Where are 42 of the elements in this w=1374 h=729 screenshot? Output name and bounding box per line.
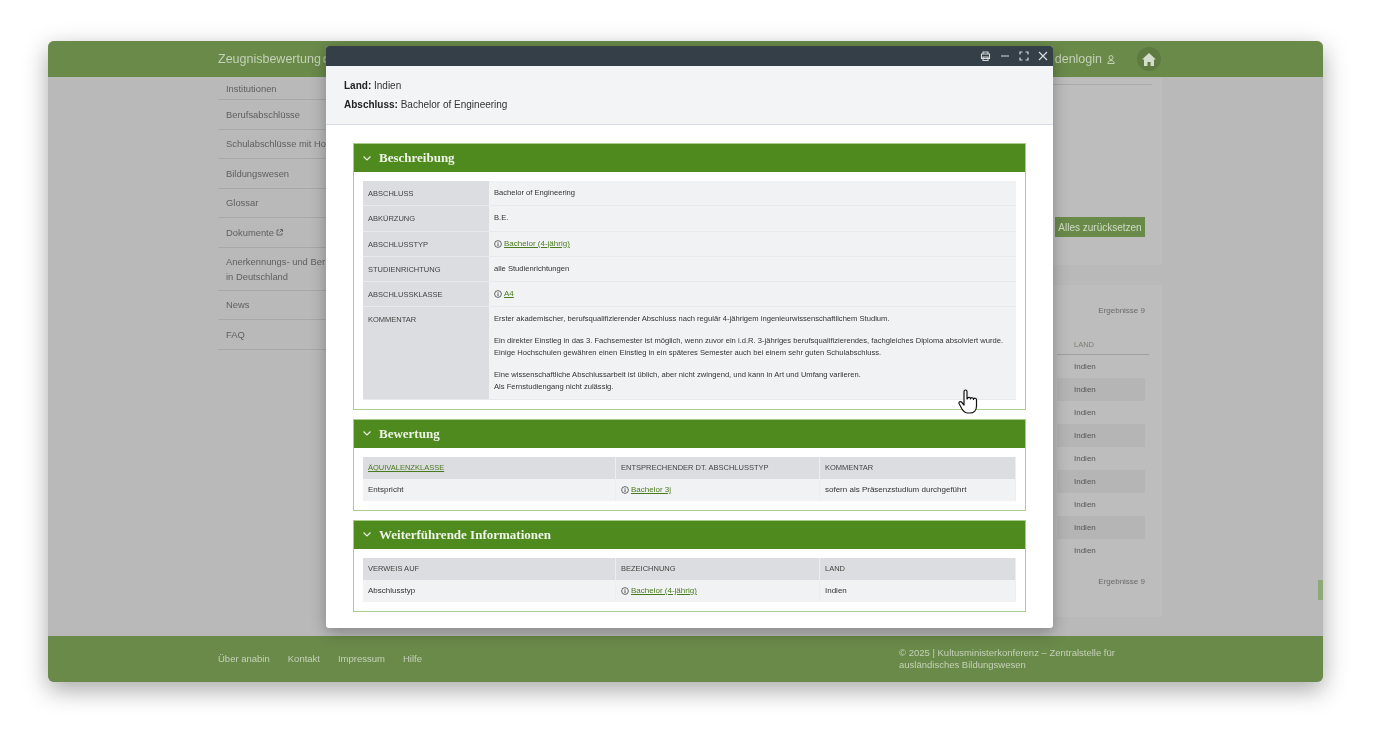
chevron-down-icon	[363, 431, 371, 437]
table-cell: Indien	[1074, 544, 1096, 557]
maximize-icon[interactable]	[1019, 51, 1029, 61]
table-cell: Indien	[1074, 360, 1096, 373]
table-cell: Indien	[1074, 429, 1096, 442]
info-line: Abschluss: Bachelor of Engineering	[344, 98, 509, 112]
close-icon[interactable]	[1038, 51, 1048, 61]
table-cell: Indien	[1074, 498, 1096, 511]
section-header[interactable]: Beschreibung	[354, 144, 1025, 172]
table-cell: Indien	[1074, 383, 1096, 396]
info-icon	[494, 290, 502, 298]
section-header[interactable]: Weiterführende Informationen	[354, 520, 1025, 549]
user-icon	[1107, 54, 1115, 64]
login-link[interactable]: denlogin	[1054, 49, 1115, 69]
table-cell: Abschlusstyp	[368, 584, 416, 597]
footer-link[interactable]: Impressum	[338, 651, 385, 667]
info-link[interactable]: Bachelor 3j	[621, 483, 672, 496]
table-cell: Indien	[1074, 452, 1096, 465]
table-cell: Indien	[1074, 521, 1096, 534]
reset-button[interactable]: Alles zurücksetzen	[1055, 217, 1145, 237]
chevron-down-icon	[363, 532, 371, 538]
result-count: Ergebnisse 9	[1098, 576, 1145, 588]
info-icon	[621, 586, 629, 595]
home-icon	[1142, 52, 1156, 66]
chevron-down-icon	[363, 155, 371, 161]
copyright-text: © 2025 | Kultusministerkonferenz – Zentralstelle für ausländisches Bildungswesen	[899, 647, 1116, 671]
footer-link[interactable]: Hilfe	[402, 651, 422, 667]
info-icon	[621, 485, 629, 494]
table-cell: Entspricht	[368, 483, 404, 496]
hand-cursor-icon	[957, 389, 979, 414]
section-header[interactable]: Bewertung	[354, 419, 1025, 448]
table-cell: sofern als Präsenzstudium durchgeführt	[825, 483, 967, 496]
footer-link[interactable]: Über anabin	[218, 651, 270, 667]
table-cell: Indien	[825, 584, 847, 597]
info-icon	[494, 239, 502, 248]
footer-link[interactable]: Kontakt	[287, 651, 320, 667]
table-cell: Indien	[1074, 475, 1096, 488]
print-icon[interactable]	[980, 51, 991, 61]
home-button[interactable]	[1137, 47, 1161, 71]
info-line: Land: Indien	[344, 79, 403, 93]
table-cell: Indien	[1074, 406, 1096, 419]
result-count: Ergebnisse 9	[1098, 305, 1145, 317]
